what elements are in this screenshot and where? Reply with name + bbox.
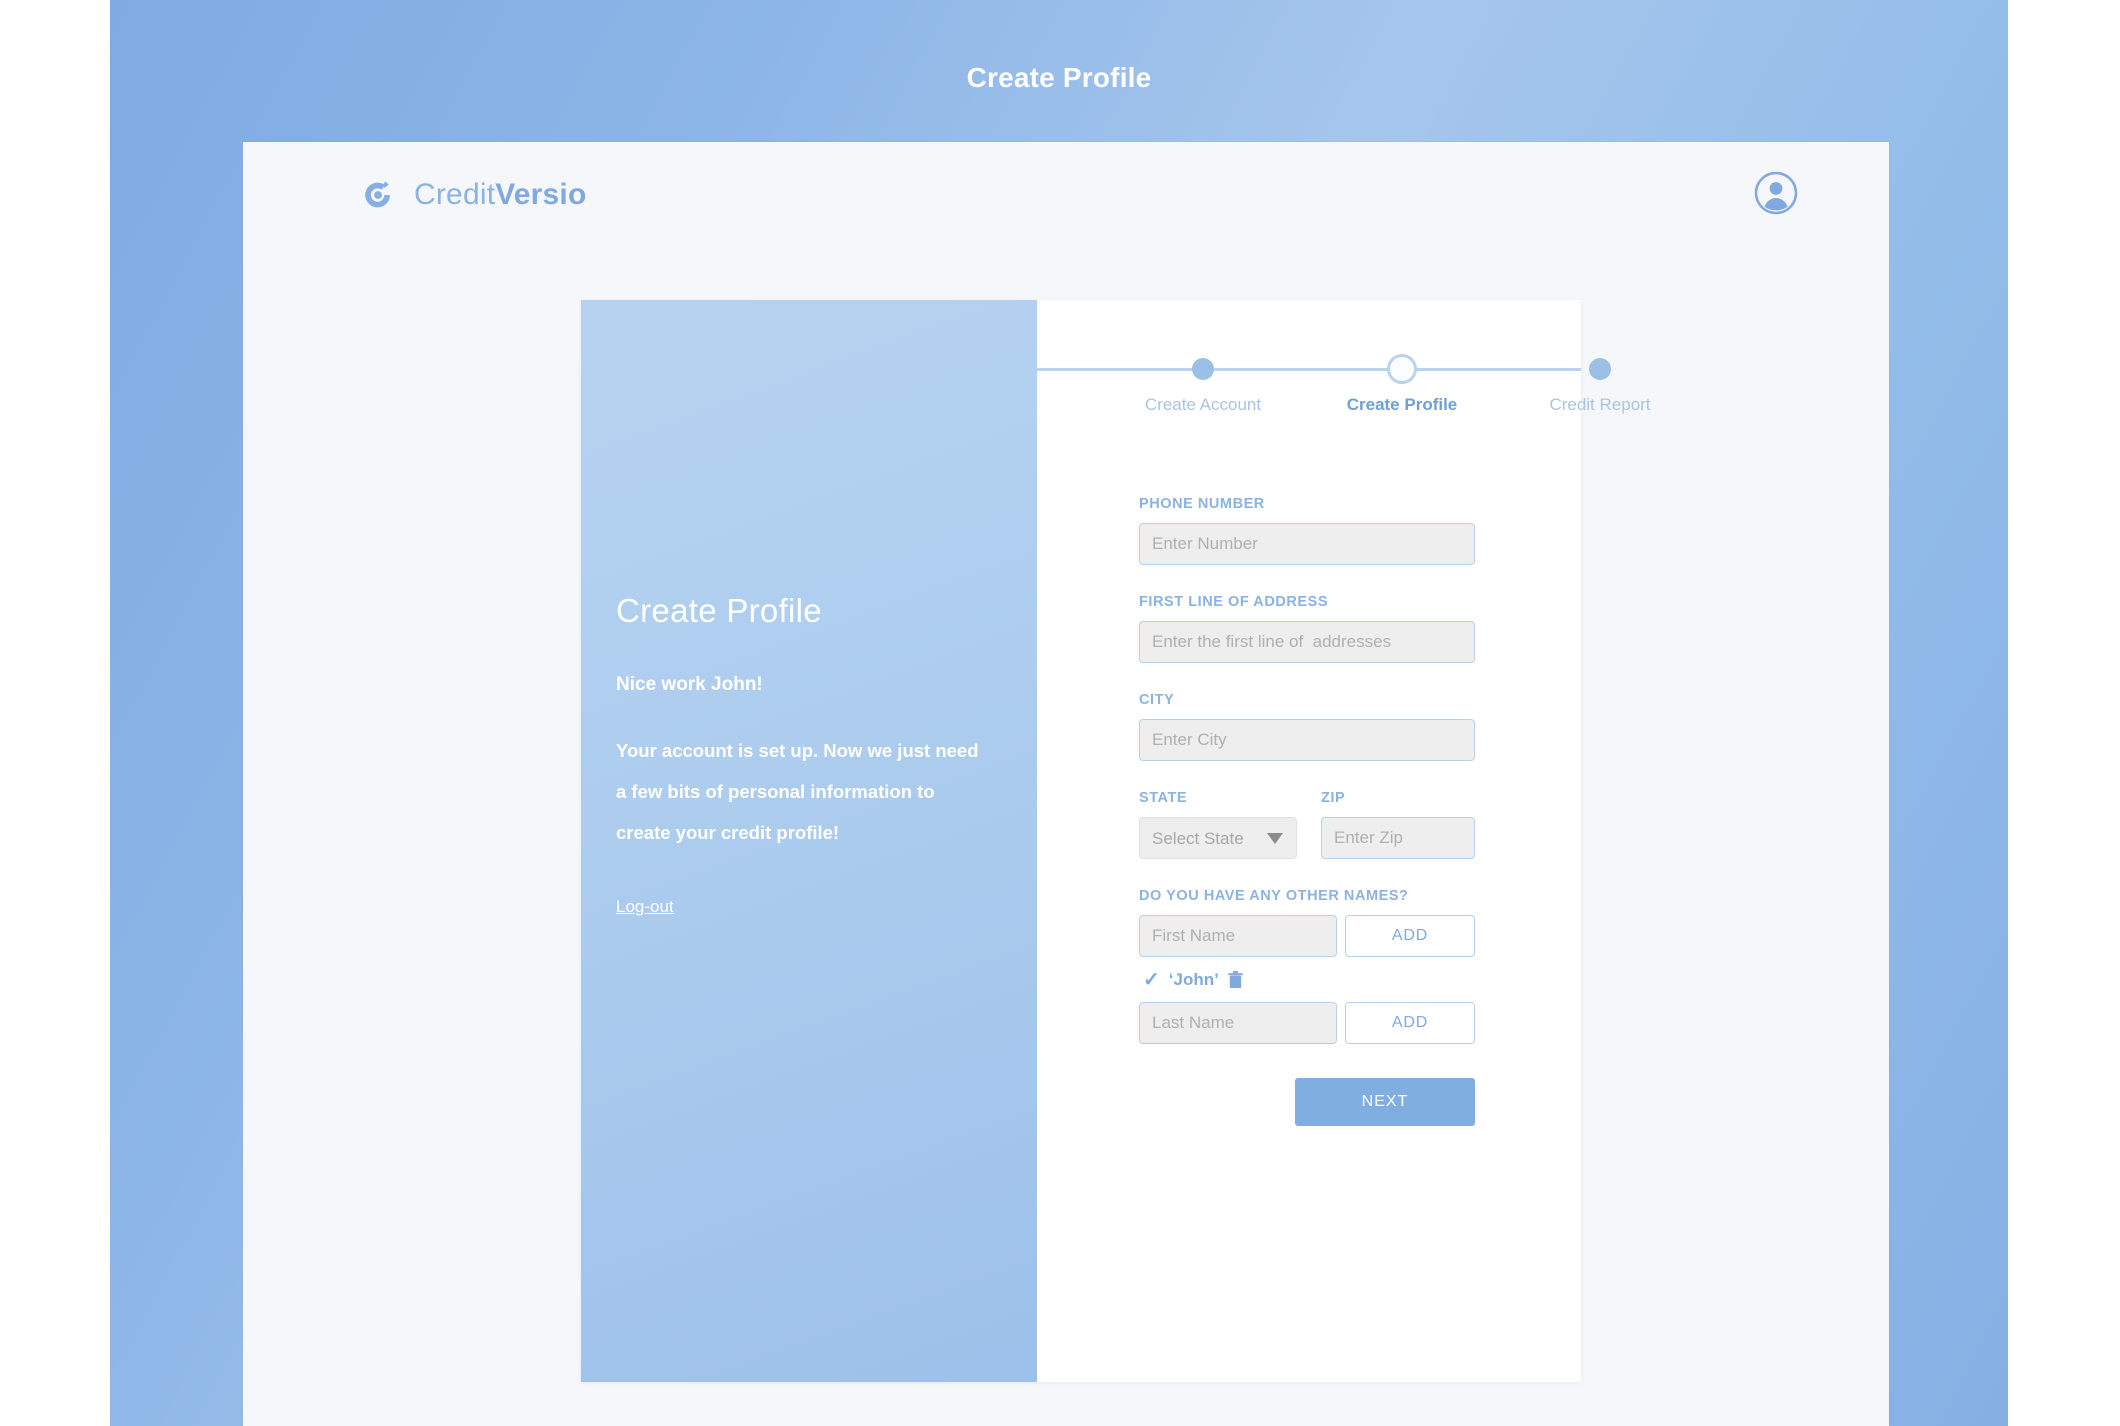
stepper-step-label: Create Account	[1144, 395, 1262, 414]
added-name-label: ‘John’	[1168, 970, 1219, 989]
first-name-input[interactable]	[1139, 915, 1337, 957]
progress-stepper: Create Account Create Profile Credit Rep…	[1037, 300, 1651, 430]
card-header: CreditVersio	[243, 142, 1889, 272]
next-button[interactable]: NEXT	[1295, 1078, 1475, 1126]
left-panel-body: Your account is set up. Now we just need…	[616, 740, 979, 843]
creditversio-logo-icon	[358, 174, 400, 216]
step-dot-icon	[1589, 358, 1611, 380]
phone-field-group: PHONE NUMBER	[1139, 496, 1475, 565]
added-name-item: ✓ ‘John’	[1139, 970, 1475, 990]
address-field-group: FIRST LINE OF ADDRESS	[1139, 594, 1475, 663]
left-info-panel: Create Profile Nice work John! Your acco…	[581, 300, 1037, 1382]
main-card: CreditVersio Create Profile Nice work Jo…	[243, 142, 1889, 1426]
city-field-group: CITY	[1139, 692, 1475, 761]
page-title: Create Profile	[966, 62, 1152, 93]
city-input[interactable]	[1139, 719, 1475, 761]
step-dot-icon	[1192, 358, 1214, 380]
phone-input[interactable]	[1139, 523, 1475, 565]
check-icon: ✓	[1143, 969, 1160, 991]
last-name-input[interactable]	[1139, 1002, 1337, 1044]
stepper-step-label: Create Profile	[1346, 395, 1458, 414]
next-button-row: NEXT	[1139, 1078, 1475, 1126]
trash-icon[interactable]	[1227, 971, 1243, 989]
stepper-track	[1037, 368, 1581, 371]
create-profile-form: PHONE NUMBER FIRST LINE OF ADDRESS CITY	[1139, 496, 1475, 1126]
wizard-panes: Create Profile Nice work John! Your acco…	[581, 300, 1651, 1382]
phone-label: PHONE NUMBER	[1139, 496, 1265, 512]
step-dot-icon	[1387, 354, 1417, 384]
other-names-label: DO YOU HAVE ANY OTHER NAMES?	[1139, 888, 1409, 904]
left-panel-content: Create Profile Nice work John! Your acco…	[616, 592, 996, 917]
brand-name: CreditVersio	[414, 178, 587, 211]
add-last-name-button[interactable]: ADD	[1345, 1002, 1475, 1044]
state-label: STATE	[1139, 790, 1188, 806]
left-panel-title: Create Profile	[616, 592, 822, 629]
address-label: FIRST LINE OF ADDRESS	[1139, 594, 1329, 610]
zip-input[interactable]	[1321, 817, 1475, 859]
app-backdrop: Create Profile CreditVersio Create Profi…	[110, 0, 2008, 1426]
city-label: CITY	[1139, 692, 1175, 708]
right-form-panel: Create Account Create Profile Credit Rep…	[1037, 300, 1651, 1382]
state-select[interactable]: Select State	[1139, 817, 1297, 859]
zip-field-group: ZIP	[1321, 790, 1475, 859]
other-names-group: DO YOU HAVE ANY OTHER NAMES? ADD ✓ ‘John…	[1139, 888, 1475, 1044]
state-field-group: STATE Select State	[1139, 790, 1297, 859]
zip-label: ZIP	[1321, 790, 1346, 806]
stepper-step-label: Credit Report	[1549, 395, 1651, 414]
left-panel-greeting: Nice work John!	[616, 674, 763, 695]
first-name-row: ADD	[1139, 915, 1475, 957]
logout-link[interactable]: Log-out	[616, 897, 674, 917]
add-first-name-button[interactable]: ADD	[1345, 915, 1475, 957]
state-zip-row: STATE Select State ZIP	[1139, 790, 1475, 859]
address-input[interactable]	[1139, 621, 1475, 663]
last-name-row: ADD	[1139, 1002, 1475, 1044]
account-avatar-icon[interactable]	[1753, 170, 1799, 216]
state-select-wrapper[interactable]: Select State	[1139, 817, 1297, 859]
brand-logo-group[interactable]: CreditVersio	[358, 174, 587, 216]
